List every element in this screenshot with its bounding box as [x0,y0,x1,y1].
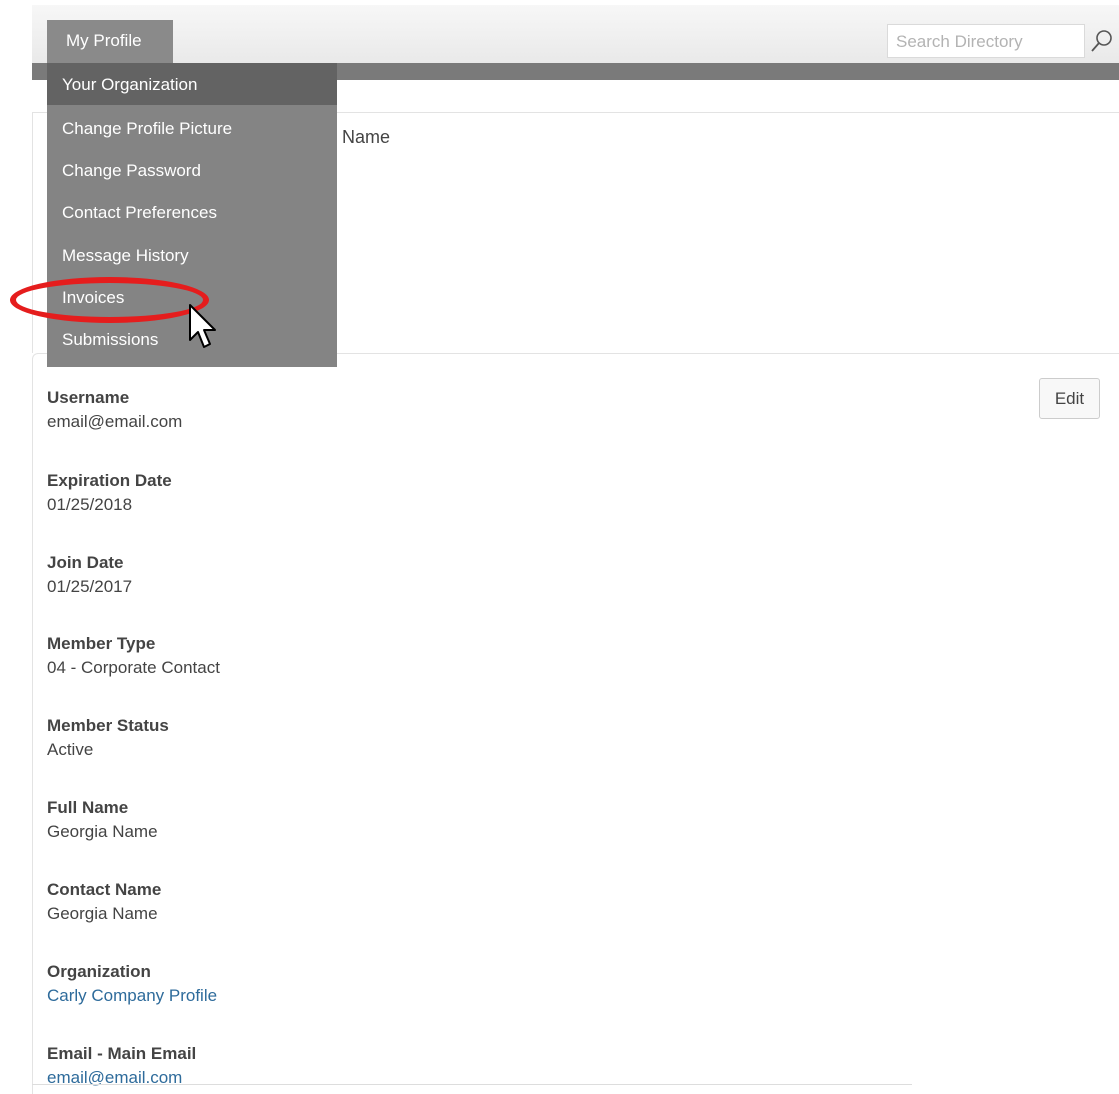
menu-item-your-organization[interactable]: Your Organization [47,63,337,105]
field-email-main: Email - Main Email email@email.com [47,1042,196,1090]
search-input[interactable]: Search Directory [887,24,1085,58]
edit-button-label: Edit [1054,389,1085,408]
field-label: Email - Main Email [47,1044,197,1063]
tab-my-profile-label: My Profile [66,31,142,50]
search-placeholder: Search Directory [896,32,1023,51]
field-label: Organization [47,962,151,981]
search-icon[interactable] [1089,28,1115,54]
menu-item-contact-preferences[interactable]: Contact Preferences [47,191,337,233]
profile-name-heading: Name [342,127,391,147]
field-label: Join Date [47,553,124,572]
edit-button[interactable]: Edit [1039,378,1100,419]
organization-link[interactable]: Carly Company Profile [47,983,217,1008]
field-label: Member Type [47,634,156,653]
menu-item-label: Submissions [62,330,159,349]
field-value: 01/25/2017 [47,577,133,596]
field-value: Georgia Name [47,822,158,841]
field-label: Member Status [47,716,169,735]
field-value: 04 - Corporate Contact [47,658,220,677]
menu-item-change-password[interactable]: Change Password [47,149,337,191]
field-member-type: Member Type 04 - Corporate Contact [47,632,220,680]
menu-item-label: Contact Preferences [62,203,217,222]
field-join-date: Join Date 01/25/2017 [47,551,132,599]
menu-item-label: Change Profile Picture [62,119,233,138]
tab-my-profile[interactable]: My Profile [47,20,173,63]
menu-item-message-history[interactable]: Message History [47,234,337,276]
email-link[interactable]: email@email.com [47,1065,196,1090]
field-value: Georgia Name [47,904,158,923]
menu-item-change-profile-picture[interactable]: Change Profile Picture [47,107,337,149]
invoices-highlight-annotation [10,277,209,323]
field-username: Username email@email.com [47,386,182,434]
field-organization: Organization Carly Company Profile [47,960,217,1008]
field-full-name: Full Name Georgia Name [47,796,158,844]
field-label: Expiration Date [47,471,172,490]
menu-item-label: Your Organization [62,75,198,94]
field-value: Active [47,740,94,759]
mouse-pointer-icon [189,304,216,348]
menu-item-label: Change Password [62,161,201,180]
field-expiration-date: Expiration Date 01/25/2018 [47,469,172,517]
field-label: Full Name [47,798,129,817]
field-value: email@email.com [47,412,183,431]
menu-item-label: Message History [62,246,189,265]
bottom-divider [32,1084,912,1085]
field-member-status: Member Status Active [47,714,169,762]
field-label: Contact Name [47,880,162,899]
field-label: Username [47,388,130,407]
field-contact-name: Contact Name Georgia Name [47,878,161,926]
field-value: 01/25/2018 [47,495,133,514]
